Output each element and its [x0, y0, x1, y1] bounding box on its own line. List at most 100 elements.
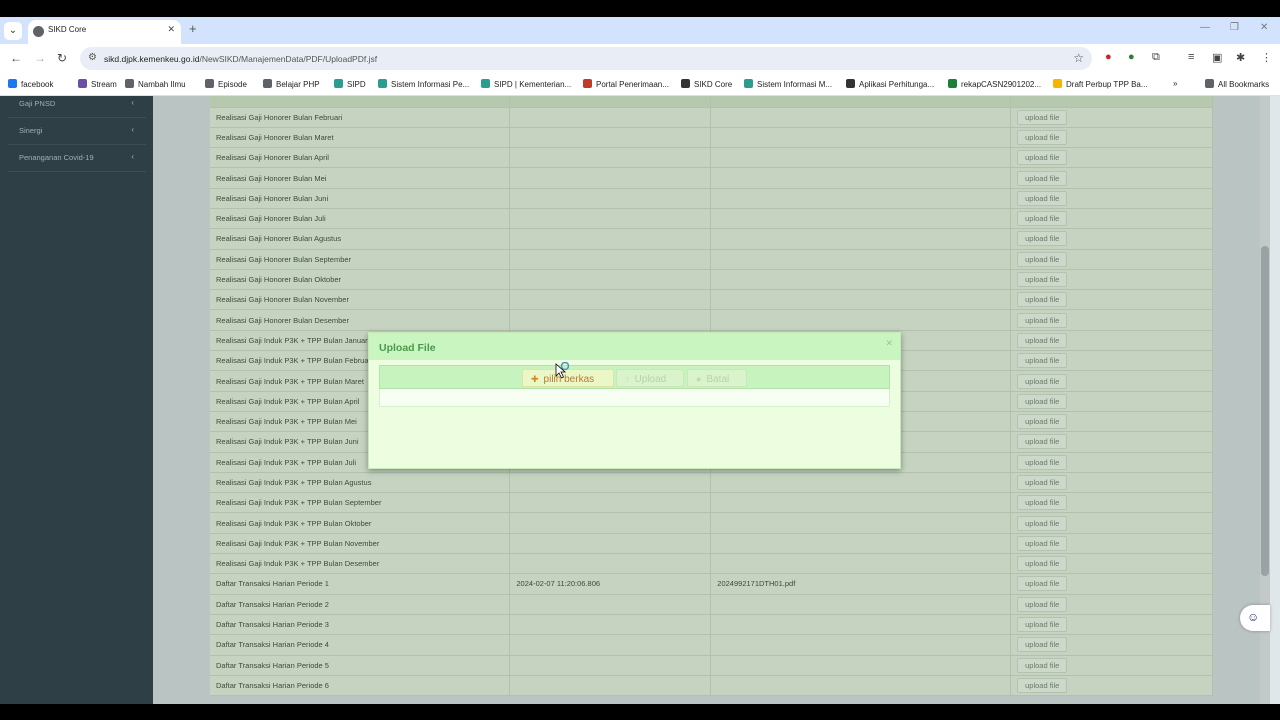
bookmark-item[interactable]: Episode — [205, 79, 247, 89]
table-row: Daftar Transaksi Harian Periode 4 upload … — [210, 634, 1213, 656]
bookmark-item[interactable]: Draft Perbup TPP Ba... — [1053, 79, 1148, 89]
restore-icon[interactable]: ❐ — [1230, 22, 1239, 33]
bookmark-star-icon[interactable]: ☆ — [1073, 51, 1084, 65]
upload-file-button[interactable]: upload file — [1017, 474, 1068, 490]
upload-file-button[interactable]: upload file — [1017, 535, 1068, 551]
extension-icon[interactable]: ● — [1105, 51, 1112, 63]
upload-file-button[interactable]: upload file — [1017, 434, 1068, 450]
upload-file-button[interactable]: upload file — [1017, 332, 1068, 348]
side-panel-icon[interactable]: ▣ — [1212, 51, 1222, 64]
file-name — [710, 107, 1012, 128]
upload-file-button[interactable]: upload file — [1017, 312, 1068, 328]
bookmark-label: Sistem Informasi M... — [757, 80, 833, 89]
file-name — [710, 675, 1012, 697]
all-bookmarks-label: All Bookmarks — [1218, 80, 1270, 89]
bookmark-label: facebook — [21, 80, 54, 89]
cancel-button[interactable]: ● Batal — [687, 369, 747, 387]
upload-file-button[interactable]: upload file — [1017, 677, 1068, 693]
reload-icon[interactable]: ↻ — [57, 51, 67, 65]
close-icon[interactable]: ✕ — [167, 24, 175, 35]
media-icon[interactable]: ≡ — [1188, 51, 1194, 63]
sidebar-item-gaji-pnsd[interactable]: Gaji PNSD ‹ — [8, 96, 146, 118]
upload-file-button[interactable]: upload file — [1017, 231, 1068, 247]
file-name — [710, 208, 1012, 230]
assistant-widget[interactable]: ☺ — [1240, 605, 1270, 631]
bookmark-item[interactable]: Portal Penerimaan... — [583, 79, 669, 89]
close-icon[interactable]: ✕ — [885, 338, 893, 349]
upload-file-button[interactable]: upload file — [1017, 393, 1068, 409]
upload-file-button[interactable]: upload file — [1017, 556, 1068, 572]
assistant-icon: ☺ — [1247, 610, 1260, 624]
upload-date — [509, 107, 712, 128]
report-name: Realisasi Gaji Honorer Bulan September — [210, 249, 511, 270]
sidebar-item-label: Gaji PNSD — [19, 99, 56, 108]
upload-file-button[interactable]: upload file — [1017, 596, 1068, 612]
upload-file-button[interactable]: upload file — [1017, 129, 1068, 145]
upload-file-button[interactable]: upload file — [1017, 454, 1068, 470]
upload-file-button[interactable]: upload file — [1017, 515, 1068, 531]
upload-button[interactable]: ↑ Upload — [616, 369, 684, 387]
bookmark-item[interactable]: SIPD | Kementerian... — [481, 79, 571, 89]
upload-file-button[interactable]: upload file — [1017, 211, 1068, 227]
extension-icon[interactable]: ● — [1128, 51, 1135, 63]
upload-file-button[interactable]: upload file — [1017, 495, 1068, 511]
upload-file-button[interactable]: upload file — [1017, 617, 1068, 633]
bookmark-icon — [8, 79, 17, 88]
report-name: Daftar Transaksi Harian Periode 4 — [210, 634, 511, 656]
bookmark-item[interactable]: Nambah Ilmu — [125, 79, 186, 89]
upload-file-button[interactable]: upload file — [1017, 251, 1068, 267]
sidebar-item-penanganan-covid[interactable]: Penanganan Covid-19 ‹ — [8, 146, 146, 172]
action-cell: upload file — [1010, 208, 1213, 230]
upload-file-button[interactable]: upload file — [1017, 109, 1068, 125]
upload-date — [509, 614, 712, 636]
back-icon[interactable]: ← — [10, 51, 22, 65]
chevron-left-icon: ‹ — [131, 98, 134, 107]
upload-file-button[interactable]: upload file — [1017, 272, 1068, 288]
bookmark-item[interactable]: Aplikasi Perhitunga... — [846, 79, 934, 89]
bookmark-item[interactable]: Sistem Informasi M... — [744, 79, 832, 89]
bookmark-item[interactable]: Belajar PHP — [263, 79, 320, 89]
bookmark-item[interactable]: Stream — [78, 79, 117, 89]
bookmark-label: Belajar PHP — [276, 80, 320, 89]
minimize-icon[interactable]: — — [1200, 22, 1210, 33]
scrollbar-thumb[interactable] — [1261, 246, 1269, 576]
tab-search-icon[interactable]: ⌄ — [4, 22, 22, 40]
bookmark-item[interactable]: Sistem Informasi Pe... — [378, 79, 469, 89]
bookmark-item[interactable]: rekapCASN2901202... — [948, 79, 1041, 89]
tab-sikd-core[interactable]: SIKD Core ✕ — [28, 20, 181, 44]
bookmark-item[interactable]: SIKD Core — [681, 79, 732, 89]
upload-file-button[interactable]: upload file — [1017, 353, 1068, 369]
upload-file-button[interactable]: upload file — [1017, 373, 1068, 389]
action-cell: upload file — [1010, 147, 1213, 169]
profile-icon[interactable]: ✱ — [1236, 51, 1245, 64]
address-bar[interactable]: ⚙ sikd.djpk.kemenkeu.go.id/NewSIKD/Manaj… — [80, 47, 1092, 70]
file-name — [710, 289, 1012, 311]
site-info-icon[interactable]: ⚙ — [88, 52, 97, 63]
bookmark-item[interactable]: SIPD — [334, 79, 366, 89]
more-bookmarks-icon[interactable]: » — [1173, 79, 1177, 88]
action-cell: upload file — [1010, 330, 1213, 352]
upload-file-button[interactable]: upload file — [1017, 150, 1068, 166]
file-name — [710, 249, 1012, 270]
new-tab-icon[interactable]: + — [189, 21, 197, 36]
table-row: Realisasi Gaji Honorer Bulan Desember upl… — [210, 309, 1213, 331]
upload-file-button[interactable]: upload file — [1017, 576, 1068, 592]
bookmark-item[interactable]: facebook — [8, 79, 53, 89]
action-cell: upload file — [1010, 228, 1213, 250]
window-close-icon[interactable]: ✕ — [1260, 22, 1268, 33]
forward-icon[interactable]: → — [34, 51, 46, 65]
all-bookmarks[interactable]: All Bookmarks — [1205, 79, 1269, 89]
chevron-left-icon: ‹ — [131, 152, 134, 161]
table-row: Realisasi Gaji Honorer Bulan Februari upl… — [210, 107, 1213, 128]
upload-file-button[interactable]: upload file — [1017, 414, 1068, 430]
upload-file-button[interactable]: upload file — [1017, 637, 1068, 653]
upload-file-button[interactable]: upload file — [1017, 292, 1068, 308]
table-row: Daftar Transaksi Harian Periode 6 upload … — [210, 675, 1213, 697]
action-cell: upload file — [1010, 188, 1213, 209]
upload-file-button[interactable]: upload file — [1017, 657, 1068, 673]
upload-file-button[interactable]: upload file — [1017, 190, 1068, 206]
menu-kebab-icon[interactable]: ⋮ — [1261, 51, 1272, 64]
upload-file-button[interactable]: upload file — [1017, 170, 1068, 186]
extensions-puzzle-icon[interactable]: ⧉ — [1152, 51, 1160, 64]
sidebar-item-sinergi[interactable]: Sinergi ‹ — [8, 119, 146, 145]
